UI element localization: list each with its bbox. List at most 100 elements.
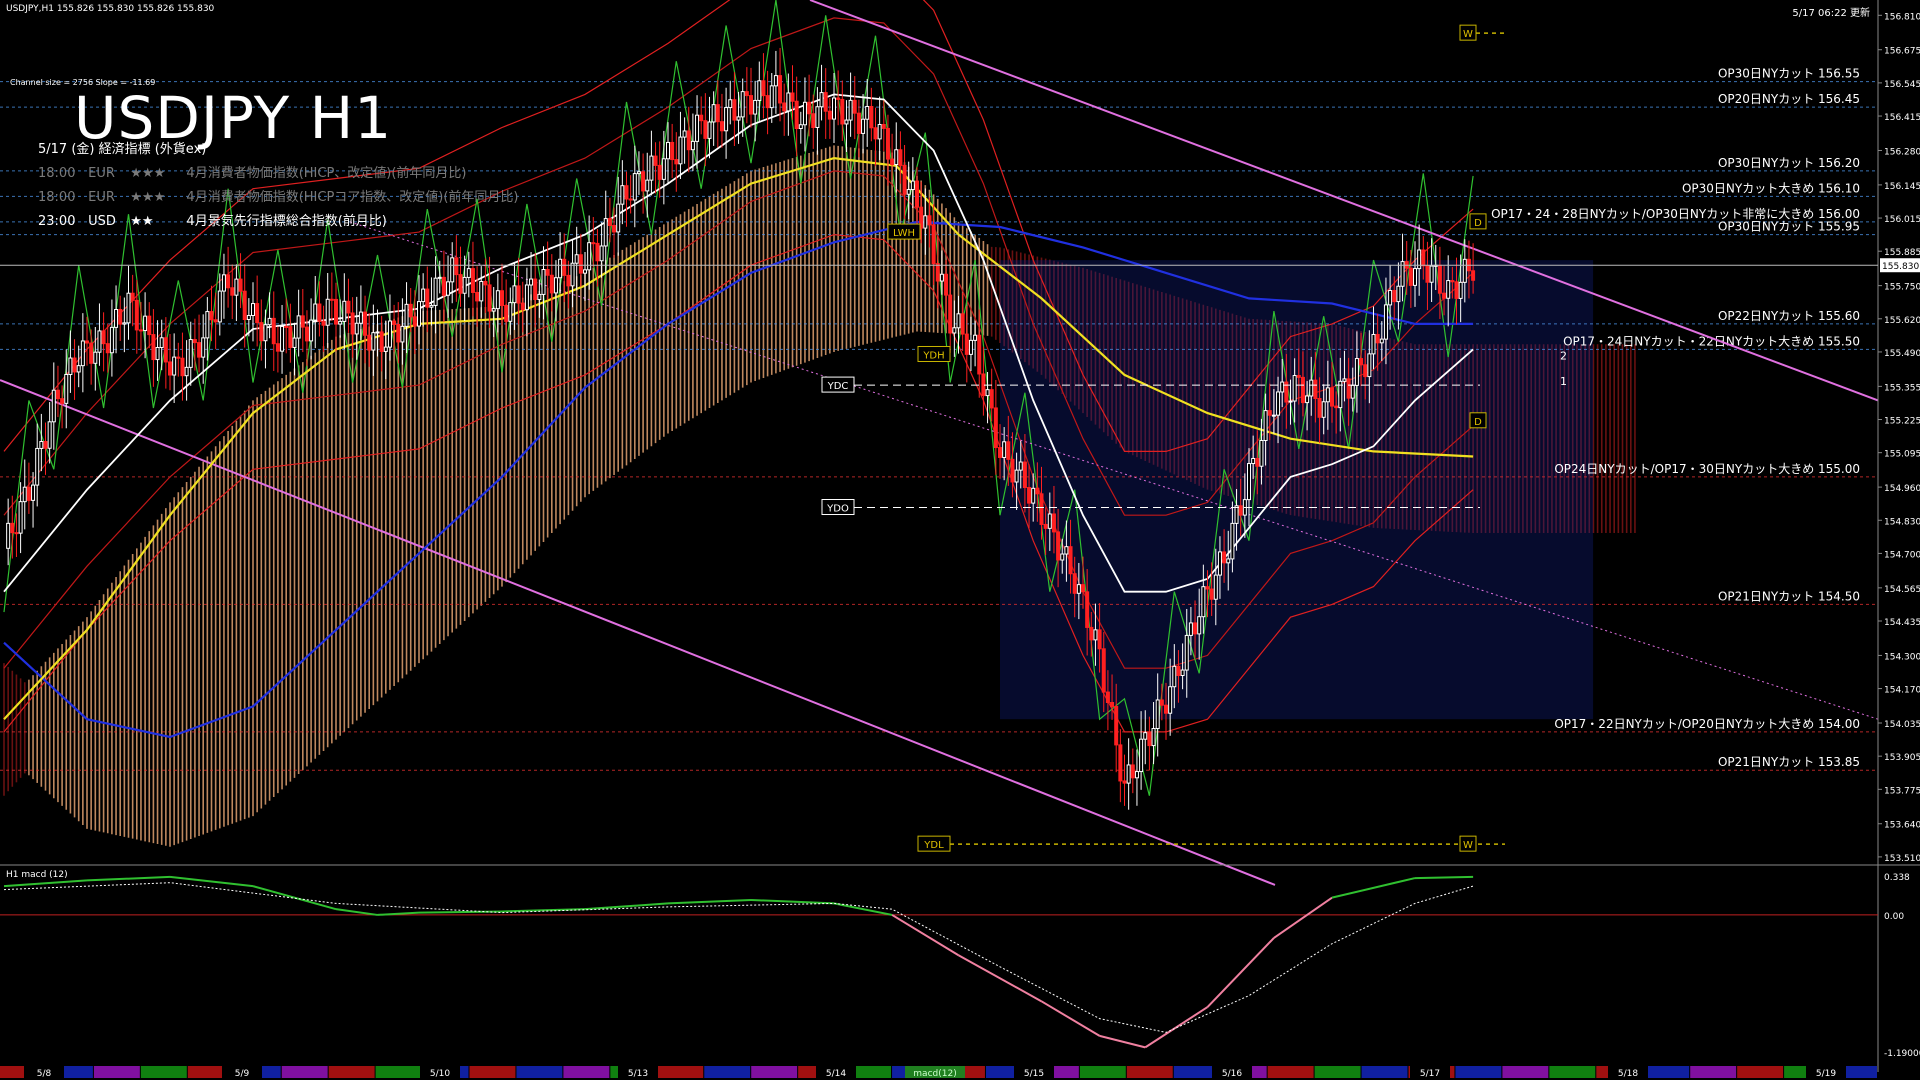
candle-body [558, 258, 563, 279]
option-cut-label: OP17・24日NYカット・22日NYカット大きめ 155.50 [1563, 334, 1860, 348]
candle-body [1014, 469, 1019, 483]
candle-body [421, 288, 426, 303]
candle-body [537, 293, 542, 300]
candle-body [902, 164, 907, 195]
candle-body [695, 114, 700, 142]
candle-body [587, 242, 592, 271]
candle-body [682, 130, 687, 138]
axis-tick-label: 153.640 [1884, 821, 1920, 831]
option-cut-label: OP30日NYカット 156.55 [1718, 67, 1860, 81]
candle-body [429, 304, 434, 308]
level-tag-text: YDL [923, 840, 944, 851]
option-cut-label: OP20日NYカット 156.45 [1718, 92, 1860, 106]
candle-body [711, 104, 716, 123]
session-bar [1549, 1066, 1596, 1078]
indicator-name: macd(12) [913, 1069, 956, 1079]
candle-body [1118, 744, 1123, 782]
session-bar [1126, 1066, 1173, 1078]
candle-body [1039, 493, 1044, 525]
session-bar [1737, 1066, 1784, 1078]
candle-body [437, 276, 442, 279]
event-currency: EUR [88, 166, 115, 181]
candle-body [354, 322, 359, 335]
candle-body [458, 274, 463, 294]
candle-body [802, 101, 807, 126]
candle-body [371, 332, 376, 351]
candle-body [1288, 400, 1293, 403]
candle-body [1076, 584, 1081, 594]
update-timestamp: 5/17 06:22 更新 [1792, 8, 1870, 19]
candle-body [877, 124, 882, 140]
candle-body [549, 274, 554, 294]
candle-body [408, 303, 413, 318]
candle-body [1047, 513, 1052, 529]
axis-tick-label: 155.885 [1884, 248, 1920, 258]
candle-body [1363, 364, 1368, 378]
candle-body [915, 180, 919, 208]
candle-body [1222, 551, 1227, 564]
candle-body [1396, 285, 1401, 303]
candle-body [197, 342, 202, 358]
candle-body [1367, 353, 1372, 378]
candle-body [612, 224, 617, 233]
date-label: 5/13 [628, 1069, 648, 1079]
candle-body [753, 99, 758, 115]
candle-body [1230, 522, 1235, 560]
session-bar [281, 1066, 328, 1078]
axis-tick-label: 153.510 [1884, 854, 1920, 864]
candle-body [761, 80, 766, 97]
candle-body [533, 278, 538, 300]
axis-tick-label: 156.545 [1884, 80, 1920, 90]
candle-body [778, 75, 783, 104]
candle-body [1421, 249, 1426, 267]
candle-body [690, 140, 695, 151]
candle-body [773, 75, 778, 87]
candle-body [769, 85, 774, 109]
candle-body [462, 276, 467, 294]
candle-body [657, 164, 662, 180]
candle-body [51, 389, 56, 423]
candle-body [786, 92, 791, 112]
candle-body [441, 276, 446, 296]
candle-body [168, 361, 172, 376]
candle-body [404, 303, 409, 327]
candle-body [1296, 375, 1301, 378]
candle-body [238, 278, 243, 292]
session-bar [1314, 1066, 1361, 1078]
candle-body [686, 130, 691, 151]
axis-tick-label: 154.960 [1884, 484, 1920, 494]
candle-body [1072, 573, 1077, 594]
candle-body [246, 314, 251, 321]
candle-body [93, 351, 98, 364]
candle-body [479, 280, 484, 302]
candle-body [313, 303, 318, 321]
date-label: 5/19 [1816, 1069, 1836, 1079]
candle-body [143, 315, 148, 332]
candle-body [1022, 461, 1027, 489]
session-bar [704, 1066, 751, 1078]
candle-body [487, 284, 492, 312]
event-row: 23:00 USD ★★ 4月景気先行指標総合指数(前月比) [38, 210, 387, 229]
candle-body [101, 330, 106, 345]
candle-body [234, 278, 239, 296]
candle-body [22, 486, 27, 503]
candle-body [960, 313, 965, 335]
candle-body [1276, 391, 1281, 416]
candle-body [26, 486, 31, 501]
candle-body [894, 149, 899, 166]
candle-body [807, 101, 812, 115]
candle-body [209, 311, 214, 321]
candle-body [620, 185, 625, 205]
candle-body [670, 141, 675, 161]
candle-body [1184, 634, 1189, 671]
candle-body [885, 127, 890, 160]
candle-body [562, 258, 567, 276]
candle-body [749, 95, 753, 115]
macd-main-segment [418, 910, 503, 914]
candle-body [578, 254, 583, 274]
candle-body [607, 218, 612, 226]
candle-body [890, 158, 895, 166]
candle-body [64, 373, 69, 404]
candle-body [163, 337, 168, 363]
candle-body [616, 203, 621, 233]
